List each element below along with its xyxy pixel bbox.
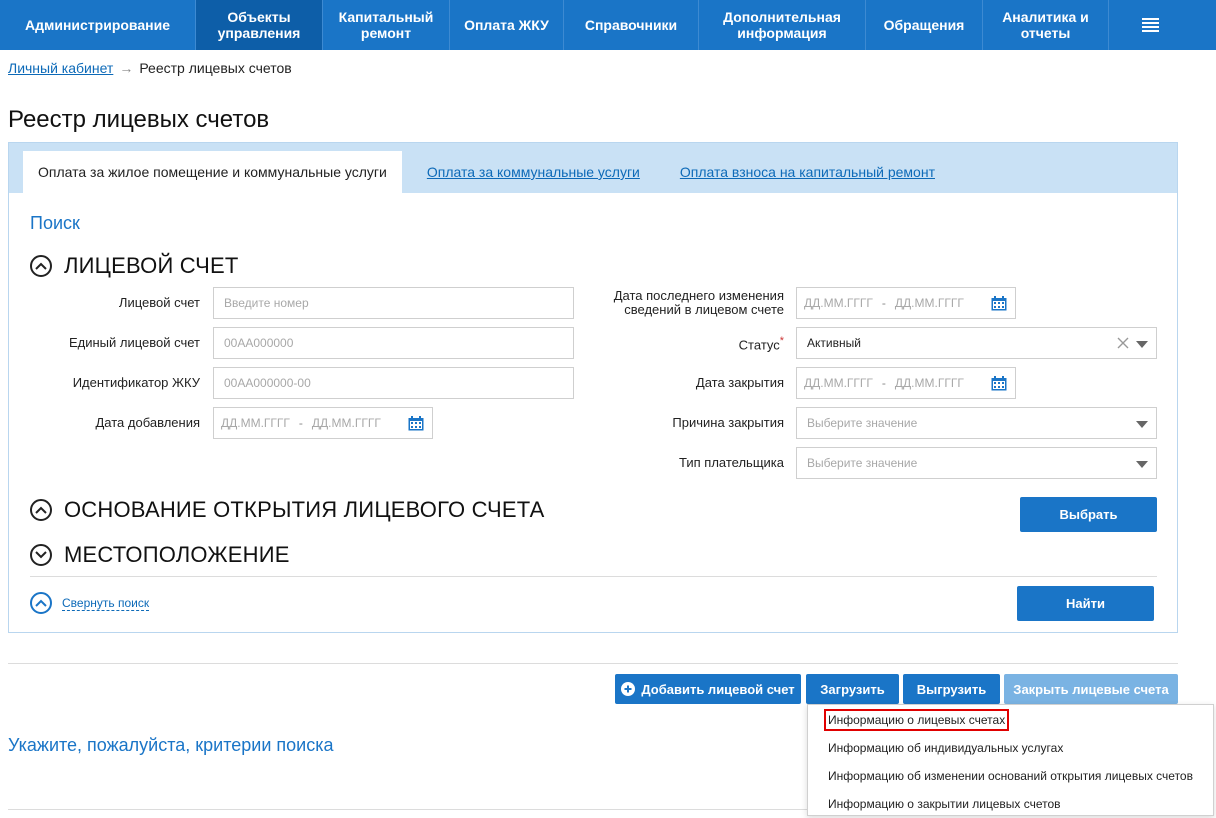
chevron-up-icon [30, 255, 52, 277]
nav-additional-info[interactable]: Дополнительная информация [699, 0, 866, 50]
menu-item-accounts-info[interactable]: Информацию о лицевых счетах [823, 709, 1010, 731]
date-dash: - [881, 376, 886, 390]
add-account-label: Добавить лицевой счет [641, 681, 795, 697]
close-reason-select[interactable]: Выберите значение [796, 407, 1157, 439]
calendar-icon[interactable] [408, 416, 424, 431]
last-change-date-from[interactable]: ДД.ММ.ГГГГ [804, 296, 873, 310]
menu-item-basis-changes[interactable]: Информацию об изменении оснований открыт… [828, 769, 1193, 783]
breadcrumb-home-link[interactable]: Личный кабинет [8, 60, 113, 76]
breadcrumb-current: Реестр лицевых счетов [139, 60, 292, 76]
required-mark: * [779, 335, 784, 347]
find-button[interactable]: Найти [1017, 586, 1154, 621]
close-reason-placeholder: Выберите значение [807, 416, 918, 430]
section-divider [8, 663, 1178, 664]
menu-item-account-closing[interactable]: Информацию о закрытии лицевых счетов [828, 797, 1061, 811]
status-label-text: Статус [738, 337, 780, 353]
chevron-down-icon[interactable] [1136, 461, 1148, 468]
payer-type-placeholder: Выберите значение [807, 456, 918, 470]
calendar-icon[interactable] [991, 376, 1007, 391]
download-button[interactable]: Выгрузить [903, 674, 1000, 704]
breadcrumb-separator: → [119, 60, 134, 76]
nav-administration[interactable]: Администрирование [0, 0, 196, 50]
search-panel: Оплата за жилое помещение и коммунальные… [8, 142, 1178, 633]
closed-date-from[interactable]: ДД.ММ.ГГГГ [804, 376, 873, 390]
chevron-up-icon [30, 592, 52, 614]
tab-housing-and-utilities[interactable]: Оплата за жилое помещение и коммунальные… [23, 151, 402, 193]
tab-utilities[interactable]: Оплата за коммунальные услуги [412, 151, 655, 193]
add-account-button[interactable]: Добавить лицевой счет [615, 674, 801, 704]
panel-divider [30, 576, 1157, 577]
close-accounts-button: Закрыть лицевые счета [1004, 674, 1178, 704]
download-dropdown: Информацию о лицевых счетах Информацию о… [807, 704, 1214, 816]
payer-type-select[interactable]: Выберите значение [796, 447, 1157, 479]
account-input[interactable]: Введите номер [213, 287, 574, 319]
payer-type-label: Тип плательщика [679, 455, 784, 470]
unified-account-label: Единый лицевой счет [68, 335, 200, 350]
closed-date-range[interactable]: ДД.ММ.ГГГГ - ДД.ММ.ГГГГ [796, 367, 1016, 399]
date-dash: - [298, 416, 303, 430]
section-location-title: Местоположение [64, 542, 290, 567]
section-basis-toggle[interactable]: Основание открытия лицевого счета [30, 497, 545, 523]
last-change-label-line2: сведений в лицевом счете [624, 302, 784, 317]
chevron-down-icon[interactable] [1136, 341, 1148, 348]
closed-date-to[interactable]: ДД.ММ.ГГГГ [895, 376, 964, 390]
chevron-down-icon[interactable] [1136, 421, 1148, 428]
status-label: Статус* [609, 335, 784, 352]
search-hint: Укажите, пожалуйста, критерии поиска [8, 735, 334, 755]
upload-button[interactable]: Загрузить [806, 674, 899, 704]
hamburger-menu-button[interactable] [1109, 0, 1191, 50]
section-account-toggle[interactable]: Лицевой счет [30, 253, 239, 279]
status-value: Активный [807, 336, 861, 350]
plus-circle-icon [621, 682, 636, 696]
last-change-label-line1: Дата последнего изменения [613, 288, 784, 303]
search-title: Поиск [30, 213, 80, 233]
last-change-label: Дата последнего изменения сведений в лиц… [589, 289, 784, 317]
clear-icon[interactable] [1116, 336, 1130, 350]
close-reason-label: Причина закрытия [672, 415, 784, 430]
status-select[interactable]: Активный [796, 327, 1157, 359]
account-label: Лицевой счет [118, 295, 200, 310]
date-dash: - [881, 296, 886, 310]
collapse-search-link[interactable]: Свернуть поиск [30, 592, 150, 614]
added-date-to[interactable]: ДД.ММ.ГГГГ [312, 416, 381, 430]
section-basis-title: Основание открытия лицевого счета [64, 497, 545, 522]
payment-tabs: Оплата за жилое помещение и коммунальные… [9, 143, 1177, 193]
unified-account-input[interactable]: 00АА000000 [213, 327, 574, 359]
closed-date-label: Дата закрытия [695, 375, 784, 390]
breadcrumb: Личный кабинет → Реестр лицевых счетов [8, 60, 292, 76]
select-button[interactable]: Выбрать [1020, 497, 1157, 532]
chevron-down-icon [30, 544, 52, 566]
collapse-search-label: Свернуть поиск [62, 595, 150, 611]
nav-reference-books[interactable]: Справочники [564, 0, 699, 50]
jku-id-input[interactable]: 00АА000000-00 [213, 367, 574, 399]
added-date-from[interactable]: ДД.ММ.ГГГГ [221, 416, 290, 430]
calendar-icon[interactable] [991, 296, 1007, 311]
menu-item-individual-services[interactable]: Информацию об индивидуальных услугах [828, 741, 1063, 755]
bottom-divider [8, 809, 808, 810]
hamburger-icon [1141, 18, 1159, 32]
section-account-title: Лицевой счет [64, 253, 239, 278]
last-change-date-to[interactable]: ДД.ММ.ГГГГ [895, 296, 964, 310]
nav-jku-payment[interactable]: Оплата ЖКУ [450, 0, 564, 50]
tab-capital-repair-fee[interactable]: Оплата взноса на капитальный ремонт [665, 151, 950, 193]
chevron-up-icon [30, 499, 52, 521]
page-title: Реестр лицевых счетов [8, 106, 270, 133]
nav-capital-repair[interactable]: Капитальный ремонт [323, 0, 450, 50]
top-navbar: Администрирование Объекты управления Кап… [0, 0, 1216, 50]
jku-id-label: Идентификатор ЖКУ [72, 375, 200, 390]
nav-appeals[interactable]: Обращения [866, 0, 983, 50]
last-change-date-range[interactable]: ДД.ММ.ГГГГ - ДД.ММ.ГГГГ [796, 287, 1016, 319]
added-date-range[interactable]: ДД.ММ.ГГГГ - ДД.ММ.ГГГГ [213, 407, 433, 439]
nav-management-objects[interactable]: Объекты управления [196, 0, 323, 50]
section-location-toggle[interactable]: Местоположение [30, 542, 290, 568]
added-date-label: Дата добавления [95, 415, 201, 430]
nav-analytics-reports[interactable]: Аналитика и отчеты [983, 0, 1109, 50]
